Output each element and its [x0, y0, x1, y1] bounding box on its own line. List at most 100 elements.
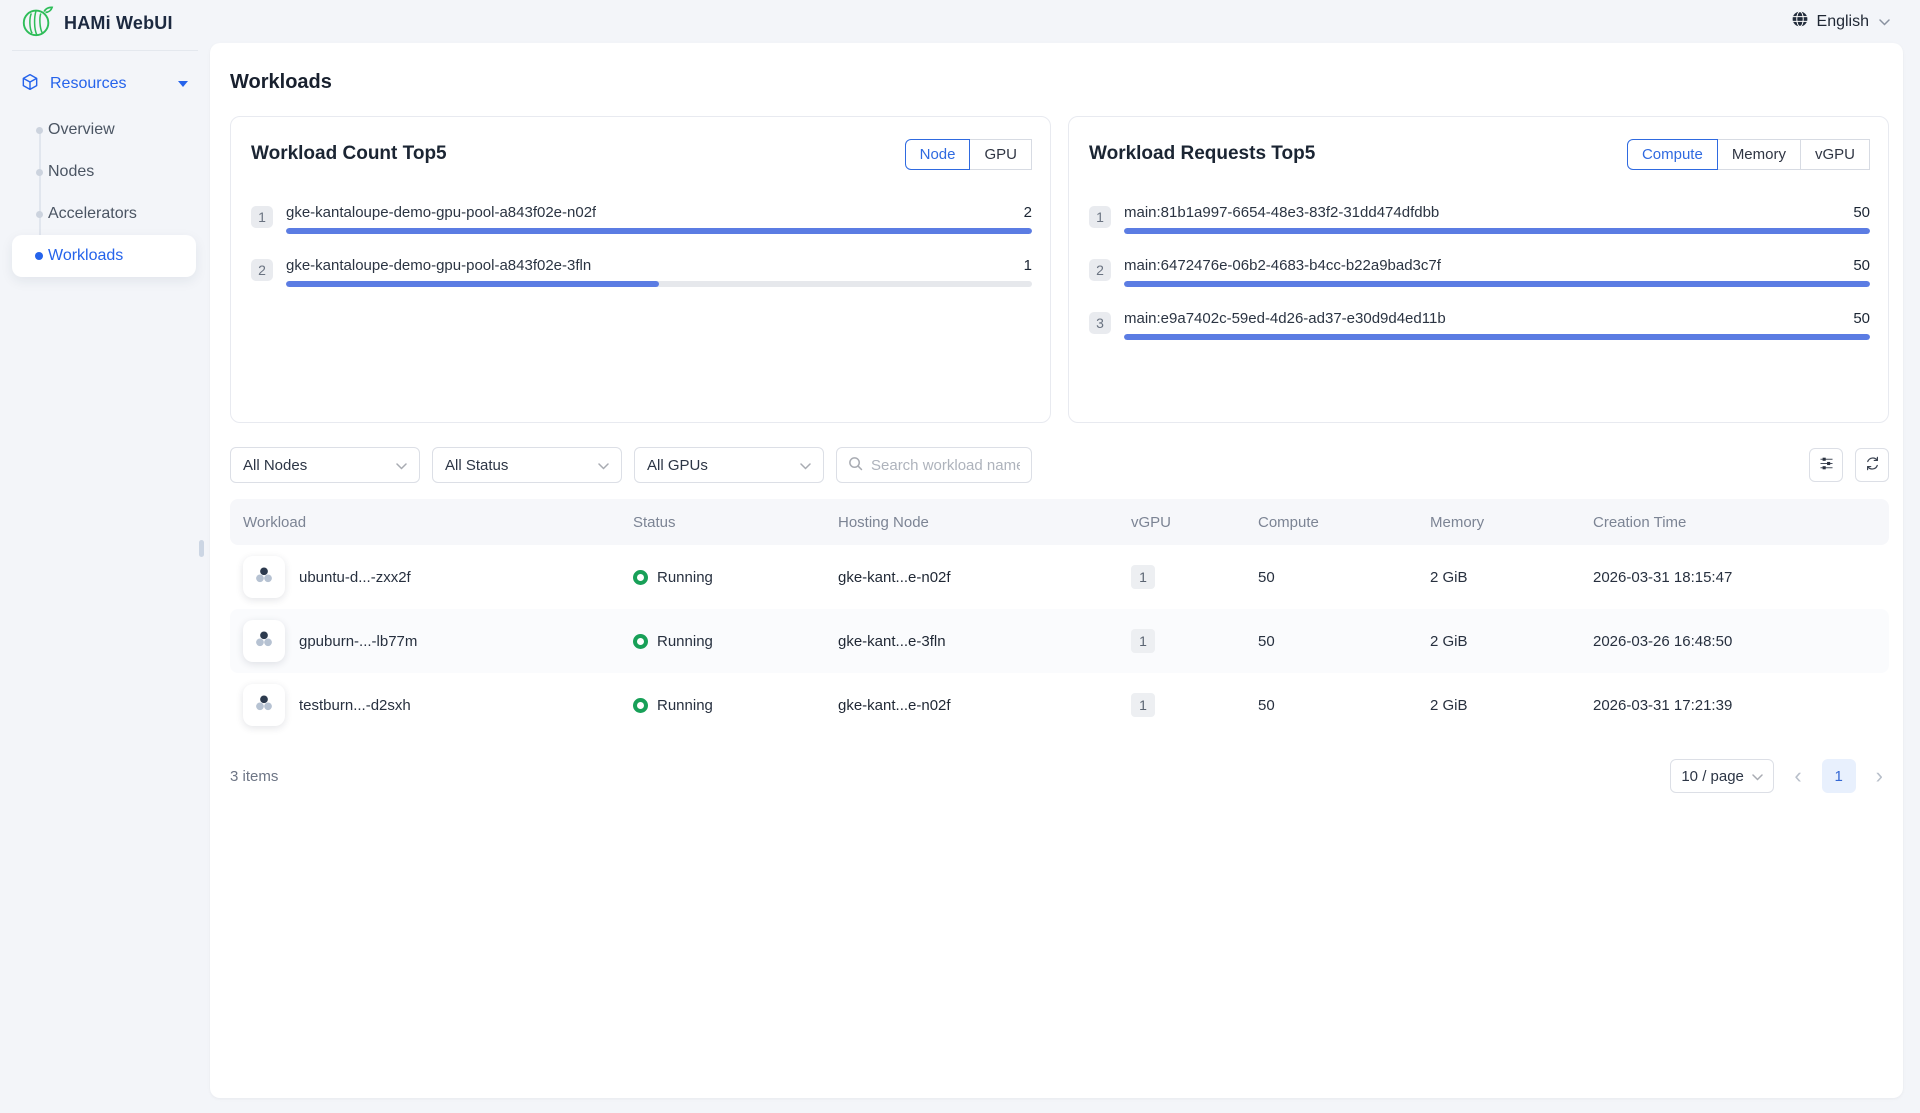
nav-dot-icon [36, 211, 43, 218]
rank-badge: 2 [1089, 259, 1111, 281]
filter-select[interactable]: All Status [432, 447, 622, 483]
progress-track [286, 228, 1032, 234]
tab-button[interactable]: Compute [1627, 139, 1718, 170]
table-header: Workload Status Hosting Node vGPU Comput… [230, 499, 1889, 545]
sidebar-item-label: Nodes [48, 163, 94, 181]
rank-value: 50 [1853, 257, 1870, 274]
tab-button[interactable]: Memory [1717, 139, 1801, 170]
nav-dot-icon [36, 127, 43, 134]
search-input[interactable] [871, 457, 1020, 474]
language-label: English [1817, 13, 1869, 31]
rank-name: main:6472476e-06b2-4683-b4cc-b22a9bad3c7… [1124, 257, 1441, 274]
vgpu-badge: 1 [1131, 565, 1155, 589]
compute-value: 50 [1245, 569, 1417, 586]
rank-name: gke-kantaloupe-demo-gpu-pool-a843f02e-3f… [286, 257, 591, 274]
rank-value: 1 [1024, 257, 1032, 274]
total-items: 3 items [230, 768, 278, 785]
workload-icon [253, 628, 275, 654]
workloads-table: Workload Status Hosting Node vGPU Comput… [230, 499, 1889, 737]
hosting-node: gke-kant...e-n02f [825, 569, 1118, 586]
page-button-1[interactable]: 1 [1822, 759, 1856, 793]
cube-icon [20, 72, 40, 97]
filter-select[interactable]: All Nodes [230, 447, 420, 483]
nav-dot-icon [36, 169, 43, 176]
status-label: Running [657, 633, 713, 650]
table-row[interactable]: testburn...-d2sxh Running gke-kant...e-n… [230, 673, 1889, 737]
page-title: Workloads [230, 71, 1889, 94]
rank-badge: 3 [1089, 312, 1111, 334]
creation-time: 2026-03-31 17:21:39 [1580, 697, 1889, 714]
rank-row: 1 gke-kantaloupe-demo-gpu-pool-a843f02e-… [251, 204, 1032, 234]
progress-fill [1124, 334, 1870, 340]
status-running-icon [633, 570, 648, 585]
hosting-node: gke-kant...e-3fln [825, 633, 1118, 650]
status-label: Running [657, 697, 713, 714]
workload-name: gpuburn-...-lb77m [299, 633, 417, 650]
table-row[interactable]: ubuntu-d...-zxx2f Running gke-kant...e-n… [230, 545, 1889, 609]
workload-icon-box [243, 556, 285, 598]
rank-name: main:81b1a997-6654-48e3-83f2-31dd474dfdb… [1124, 204, 1439, 221]
search-box [836, 447, 1032, 483]
workload-icon-box [243, 684, 285, 726]
rank-row: 2 main:6472476e-06b2-4683-b4cc-b22a9bad3… [1089, 257, 1870, 287]
tab-button[interactable]: GPU [969, 139, 1032, 170]
tab-button[interactable]: vGPU [1800, 139, 1870, 170]
filter-select[interactable]: All GPUs [634, 447, 824, 483]
sidebar-section-resources[interactable]: Resources [12, 63, 196, 105]
compute-value: 50 [1245, 697, 1417, 714]
status-running-icon [633, 634, 648, 649]
progress-fill [1124, 281, 1870, 287]
language-selector[interactable]: English [210, 0, 1920, 43]
page-size-value: 10 / page [1681, 768, 1744, 785]
vgpu-badge: 1 [1131, 693, 1155, 717]
chevron-down-icon [598, 457, 609, 474]
col-header-creation-time: Creation Time [1580, 514, 1889, 531]
table-row[interactable]: gpuburn-...-lb77m Running gke-kant...e-3… [230, 609, 1889, 673]
table-toolbar [1809, 448, 1889, 482]
next-page-icon[interactable]: › [1870, 765, 1889, 787]
sidebar-item-label: Workloads [48, 247, 123, 265]
sidebar-resize-handle[interactable] [199, 540, 204, 557]
rank-row: 2 gke-kantaloupe-demo-gpu-pool-a843f02e-… [251, 257, 1032, 287]
sidebar-item[interactable]: Overview [12, 109, 196, 151]
tab-button[interactable]: Node [905, 139, 971, 170]
col-header-memory: Memory [1417, 514, 1580, 531]
progress-fill [1124, 228, 1870, 234]
prev-page-icon[interactable]: ‹ [1788, 765, 1807, 787]
memory-value: 2 GiB [1417, 697, 1580, 714]
progress-track [286, 281, 1032, 287]
workload-name: testburn...-d2sxh [299, 697, 411, 714]
nav-dot-icon [35, 252, 43, 260]
app-title: HAMi WebUI [64, 13, 173, 34]
sidebar-item[interactable]: Workloads [12, 235, 196, 277]
progress-track [1124, 334, 1870, 340]
workload-name: ubuntu-d...-zxx2f [299, 569, 411, 586]
col-header-vgpu: vGPU [1118, 514, 1245, 531]
refresh-button[interactable] [1855, 448, 1889, 482]
density-settings-button[interactable] [1809, 448, 1843, 482]
rank-name: gke-kantaloupe-demo-gpu-pool-a843f02e-n0… [286, 204, 596, 221]
sidebar-item[interactable]: Nodes [12, 151, 196, 193]
sidebar-divider [12, 50, 198, 51]
chevron-down-icon [396, 457, 407, 474]
card-title: Workload Requests Top5 [1089, 139, 1315, 165]
sidebar-section-label: Resources [50, 75, 126, 93]
progress-track [1124, 228, 1870, 234]
creation-time: 2026-03-26 16:48:50 [1580, 633, 1889, 650]
caret-down-icon [178, 81, 188, 87]
sidebar-subnav: Overview Nodes Accelerators Workloads [0, 109, 210, 277]
main-area: English Workloads Workload Count Top5 No… [210, 0, 1920, 1113]
page-size-select[interactable]: 10 / page [1670, 759, 1774, 793]
rank-list: 1 gke-kantaloupe-demo-gpu-pool-a843f02e-… [251, 204, 1032, 287]
globe-icon [1791, 10, 1809, 33]
vgpu-badge: 1 [1131, 629, 1155, 653]
workload-icon-box [243, 620, 285, 662]
compute-value: 50 [1245, 633, 1417, 650]
rank-value: 50 [1853, 204, 1870, 221]
sidebar-item[interactable]: Accelerators [12, 193, 196, 235]
memory-value: 2 GiB [1417, 633, 1580, 650]
hami-logo-icon [20, 4, 54, 42]
workload-icon [253, 564, 275, 590]
app-root: HAMi WebUI Resources Overview [0, 0, 1920, 1113]
rank-row: 1 main:81b1a997-6654-48e3-83f2-31dd474df… [1089, 204, 1870, 234]
